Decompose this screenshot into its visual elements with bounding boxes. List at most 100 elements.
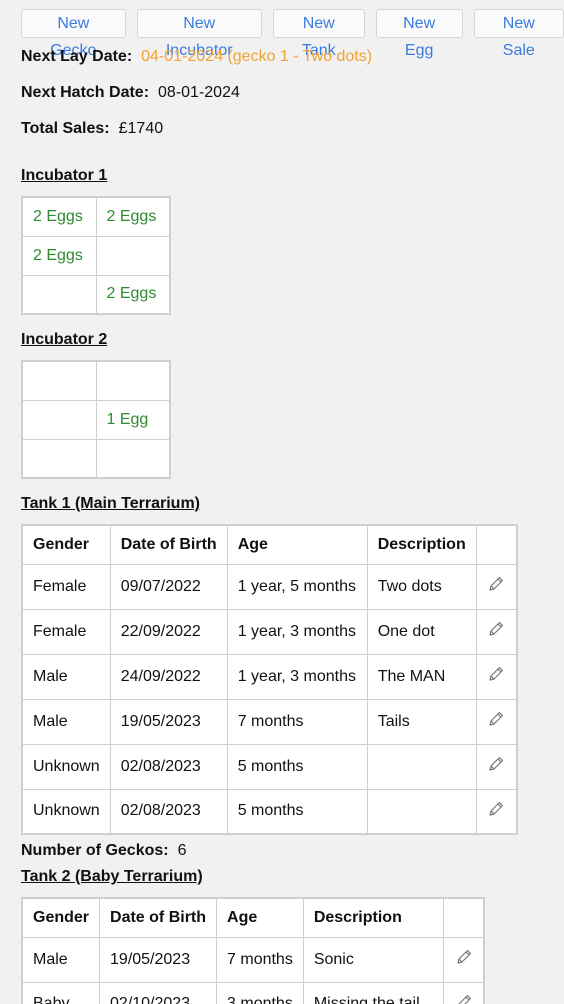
incubator-row: 1 Egg xyxy=(21,399,171,440)
total-sales: Total Sales: £1740 xyxy=(21,111,564,147)
table-row: Unknown 02/08/2023 5 months xyxy=(21,743,518,790)
table-row: Baby 02/10/2023 3 months Missing the tail xyxy=(21,981,485,1004)
incubator-slot[interactable] xyxy=(95,360,171,401)
table-row: Male 19/05/2023 7 months Tails xyxy=(21,698,518,745)
column-header-actions xyxy=(475,524,518,565)
pencil-icon[interactable] xyxy=(487,620,505,638)
pencil-icon[interactable] xyxy=(455,948,473,966)
age-cell: 5 months xyxy=(226,743,368,790)
edit-button[interactable] xyxy=(442,981,485,1004)
age-cell: 1 year, 5 months xyxy=(226,563,368,610)
pencil-icon[interactable] xyxy=(487,800,505,818)
incubator-2-grid: 1 Egg xyxy=(21,360,171,479)
edit-button[interactable] xyxy=(475,788,518,835)
pencil-icon[interactable] xyxy=(487,665,505,683)
tank-2-table: Gender Date of Birth Age Description Mal… xyxy=(21,897,486,1004)
dob-cell: 02/08/2023 xyxy=(109,788,228,835)
dob-cell: 02/08/2023 xyxy=(109,743,228,790)
incubator-slot[interactable]: 1 Egg xyxy=(95,399,171,440)
edit-button[interactable] xyxy=(442,936,485,983)
incubator-slot[interactable] xyxy=(21,399,97,440)
edit-button[interactable] xyxy=(475,653,518,700)
table-row: Female 09/07/2022 1 year, 5 months Two dots xyxy=(21,563,518,610)
incubator-slot[interactable] xyxy=(21,360,97,401)
new-tank-button[interactable]: New Tank xyxy=(272,9,365,59)
column-header-description: Description xyxy=(302,897,444,938)
table-row: Female 22/09/2022 1 year, 3 months One dot xyxy=(21,608,518,655)
column-header-dob: Date of Birth xyxy=(109,524,228,565)
edit-button[interactable] xyxy=(475,698,518,745)
edit-button[interactable] xyxy=(475,743,518,790)
description-cell: Sonic xyxy=(302,936,444,983)
new-sale-button[interactable]: New Sale xyxy=(473,9,564,59)
description-cell: Missing the tail xyxy=(302,981,444,1004)
new-incubator-button[interactable]: New Incubator xyxy=(136,9,262,59)
incubator-row: 2 Eggs 2 Eggs xyxy=(21,196,171,237)
incubator-row: 2 Eggs xyxy=(21,274,171,315)
incubator-slot[interactable]: 2 Eggs xyxy=(21,235,97,276)
total-sales-label: Total Sales: xyxy=(21,120,110,137)
incubator-row xyxy=(21,438,171,479)
incubator-slot[interactable] xyxy=(95,235,171,276)
dob-cell: 24/09/2022 xyxy=(109,653,228,700)
tank-1-title: Tank 1 (Main Terrarium) xyxy=(21,495,200,512)
column-header-gender: Gender xyxy=(21,897,101,938)
table-header-row: Gender Date of Birth Age Description xyxy=(21,524,518,565)
dob-cell: 02/10/2023 xyxy=(99,981,218,1004)
table-header-row: Gender Date of Birth Age Description xyxy=(21,897,485,938)
incubator-slot[interactable] xyxy=(95,438,171,479)
table-row: Male 24/09/2022 1 year, 3 months The MAN xyxy=(21,653,518,700)
incubator-slot[interactable] xyxy=(21,438,97,479)
pencil-icon[interactable] xyxy=(455,993,473,1004)
total-sales-value: £1740 xyxy=(118,120,164,137)
next-hatch-date-value: 08-01-2024 xyxy=(158,84,240,101)
gender-cell: Male xyxy=(21,698,111,745)
gecko-count: Number of Geckos: 6 xyxy=(21,835,564,867)
column-header-age: Age xyxy=(216,897,304,938)
gecko-count-label: Number of Geckos: xyxy=(21,842,169,859)
age-cell: 7 months xyxy=(226,698,368,745)
dob-cell: 19/05/2023 xyxy=(99,936,218,983)
dob-cell: 19/05/2023 xyxy=(109,698,228,745)
next-hatch-date: Next Hatch Date: 08-01-2024 xyxy=(21,75,564,111)
incubator-row xyxy=(21,360,171,401)
incubator-slot[interactable] xyxy=(21,274,97,315)
edit-button[interactable] xyxy=(475,608,518,655)
column-header-gender: Gender xyxy=(21,524,111,565)
next-lay-date-value: 04-01-2024 (gecko 1 - Two dots) xyxy=(141,48,373,65)
incubator-slot[interactable]: 2 Eggs xyxy=(95,274,171,315)
gender-cell: Female xyxy=(21,608,111,655)
pencil-icon[interactable] xyxy=(487,575,505,593)
incubator-slot[interactable]: 2 Eggs xyxy=(95,196,171,237)
gender-cell: Unknown xyxy=(21,743,111,790)
age-cell: 5 months xyxy=(226,788,368,835)
next-hatch-date-label: Next Hatch Date: xyxy=(21,84,150,101)
incubator-1-title: Incubator 1 xyxy=(21,167,108,184)
description-cell: Two dots xyxy=(366,563,477,610)
pencil-icon[interactable] xyxy=(487,710,505,728)
gender-cell: Baby xyxy=(21,981,101,1004)
description-cell: The MAN xyxy=(366,653,477,700)
dob-cell: 09/07/2022 xyxy=(109,563,228,610)
table-row: Male 19/05/2023 7 months Sonic xyxy=(21,936,485,983)
gender-cell: Male xyxy=(21,653,111,700)
pencil-icon[interactable] xyxy=(487,755,505,773)
gender-cell: Unknown xyxy=(21,788,111,835)
gecko-dashboard: New Gecko New Incubator New Tank New Egg… xyxy=(0,0,564,1004)
description-cell: One dot xyxy=(366,608,477,655)
gender-cell: Male xyxy=(21,936,101,983)
gender-cell: Female xyxy=(21,563,111,610)
edit-button[interactable] xyxy=(475,563,518,610)
incubator-2-title: Incubator 2 xyxy=(21,331,108,348)
incubator-slot[interactable]: 2 Eggs xyxy=(21,196,97,237)
description-cell: Tails xyxy=(366,698,477,745)
age-cell: 3 months xyxy=(216,981,304,1004)
next-lay-date: Next Lay Date: 04-01-2024 (gecko 1 - Two … xyxy=(21,39,564,75)
age-cell: 7 months xyxy=(216,936,304,983)
incubator-row: 2 Eggs xyxy=(21,235,171,276)
new-egg-button[interactable]: New Egg xyxy=(375,9,463,59)
new-gecko-button[interactable]: New Gecko xyxy=(21,9,126,59)
toolbar: New Gecko New Incubator New Tank New Egg… xyxy=(21,9,564,59)
column-header-dob: Date of Birth xyxy=(99,897,218,938)
description-cell xyxy=(366,788,477,835)
